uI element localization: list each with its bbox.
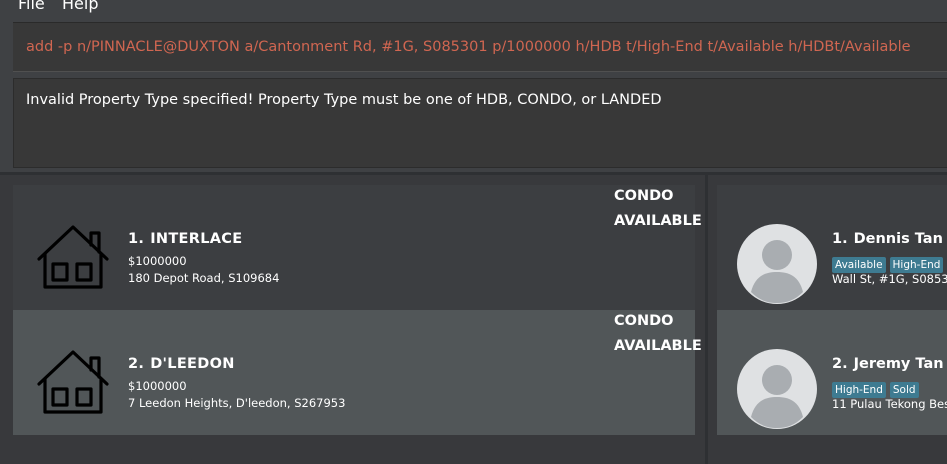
property-status: AVAILABLE [614, 338, 702, 354]
menu-bar: File Help [0, 0, 947, 22]
property-price: $1000000 [128, 379, 187, 393]
tag: Available [832, 257, 886, 273]
menu-file[interactable]: File [18, 0, 45, 13]
house-icon [37, 350, 109, 414]
property-price: $1000000 [128, 254, 187, 268]
person-card[interactable]: 1. Dennis Tan Available High-End Wall St, … [717, 185, 947, 310]
person-tags: High-End Sold [832, 378, 923, 398]
avatar-icon [737, 349, 817, 429]
property-card[interactable]: 2. D'LEEDON $1000000 7 Leedon Heights, D'… [13, 310, 702, 435]
person-name: 1. Dennis Tan [832, 231, 943, 247]
person-card[interactable]: 2. Jeremy Tan High-End Sold 11 Pulau Tekon… [717, 310, 947, 435]
tag: High-End [832, 382, 886, 398]
result-display: Invalid Property Type specified! Propert… [13, 78, 947, 168]
house-icon [37, 225, 109, 289]
avatar-icon [737, 224, 817, 304]
menu-help[interactable]: Help [62, 0, 98, 13]
property-type: CONDO [614, 188, 674, 204]
person-address: Wall St, #1G, S08530 [832, 272, 947, 286]
property-address: 180 Depot Road, S109684 [128, 271, 280, 285]
tag: High-End [889, 257, 944, 273]
property-name: 2. D'LEEDON [128, 356, 235, 372]
person-address: 11 Pulau Tekong Bes [832, 397, 947, 411]
property-card[interactable]: 1. INTERLACE $1000000 180 Depot Road, S10… [13, 185, 702, 310]
command-input[interactable]: add -p n/PINNACLE@DUXTON a/Cantonment Rd… [26, 39, 911, 55]
tag: Sold [889, 382, 919, 398]
person-tags: Available High-End [832, 253, 947, 273]
property-name: 1. INTERLACE [128, 231, 243, 247]
person-name: 2. Jeremy Tan [832, 356, 944, 372]
command-box[interactable]: add -p n/PINNACLE@DUXTON a/Cantonment Rd… [13, 22, 947, 72]
result-message: Invalid Property Type specified! Propert… [26, 92, 662, 108]
property-type: CONDO [614, 313, 674, 329]
property-status: AVAILABLE [614, 213, 702, 229]
property-address: 7 Leedon Heights, D'leedon, S267953 [128, 396, 346, 410]
